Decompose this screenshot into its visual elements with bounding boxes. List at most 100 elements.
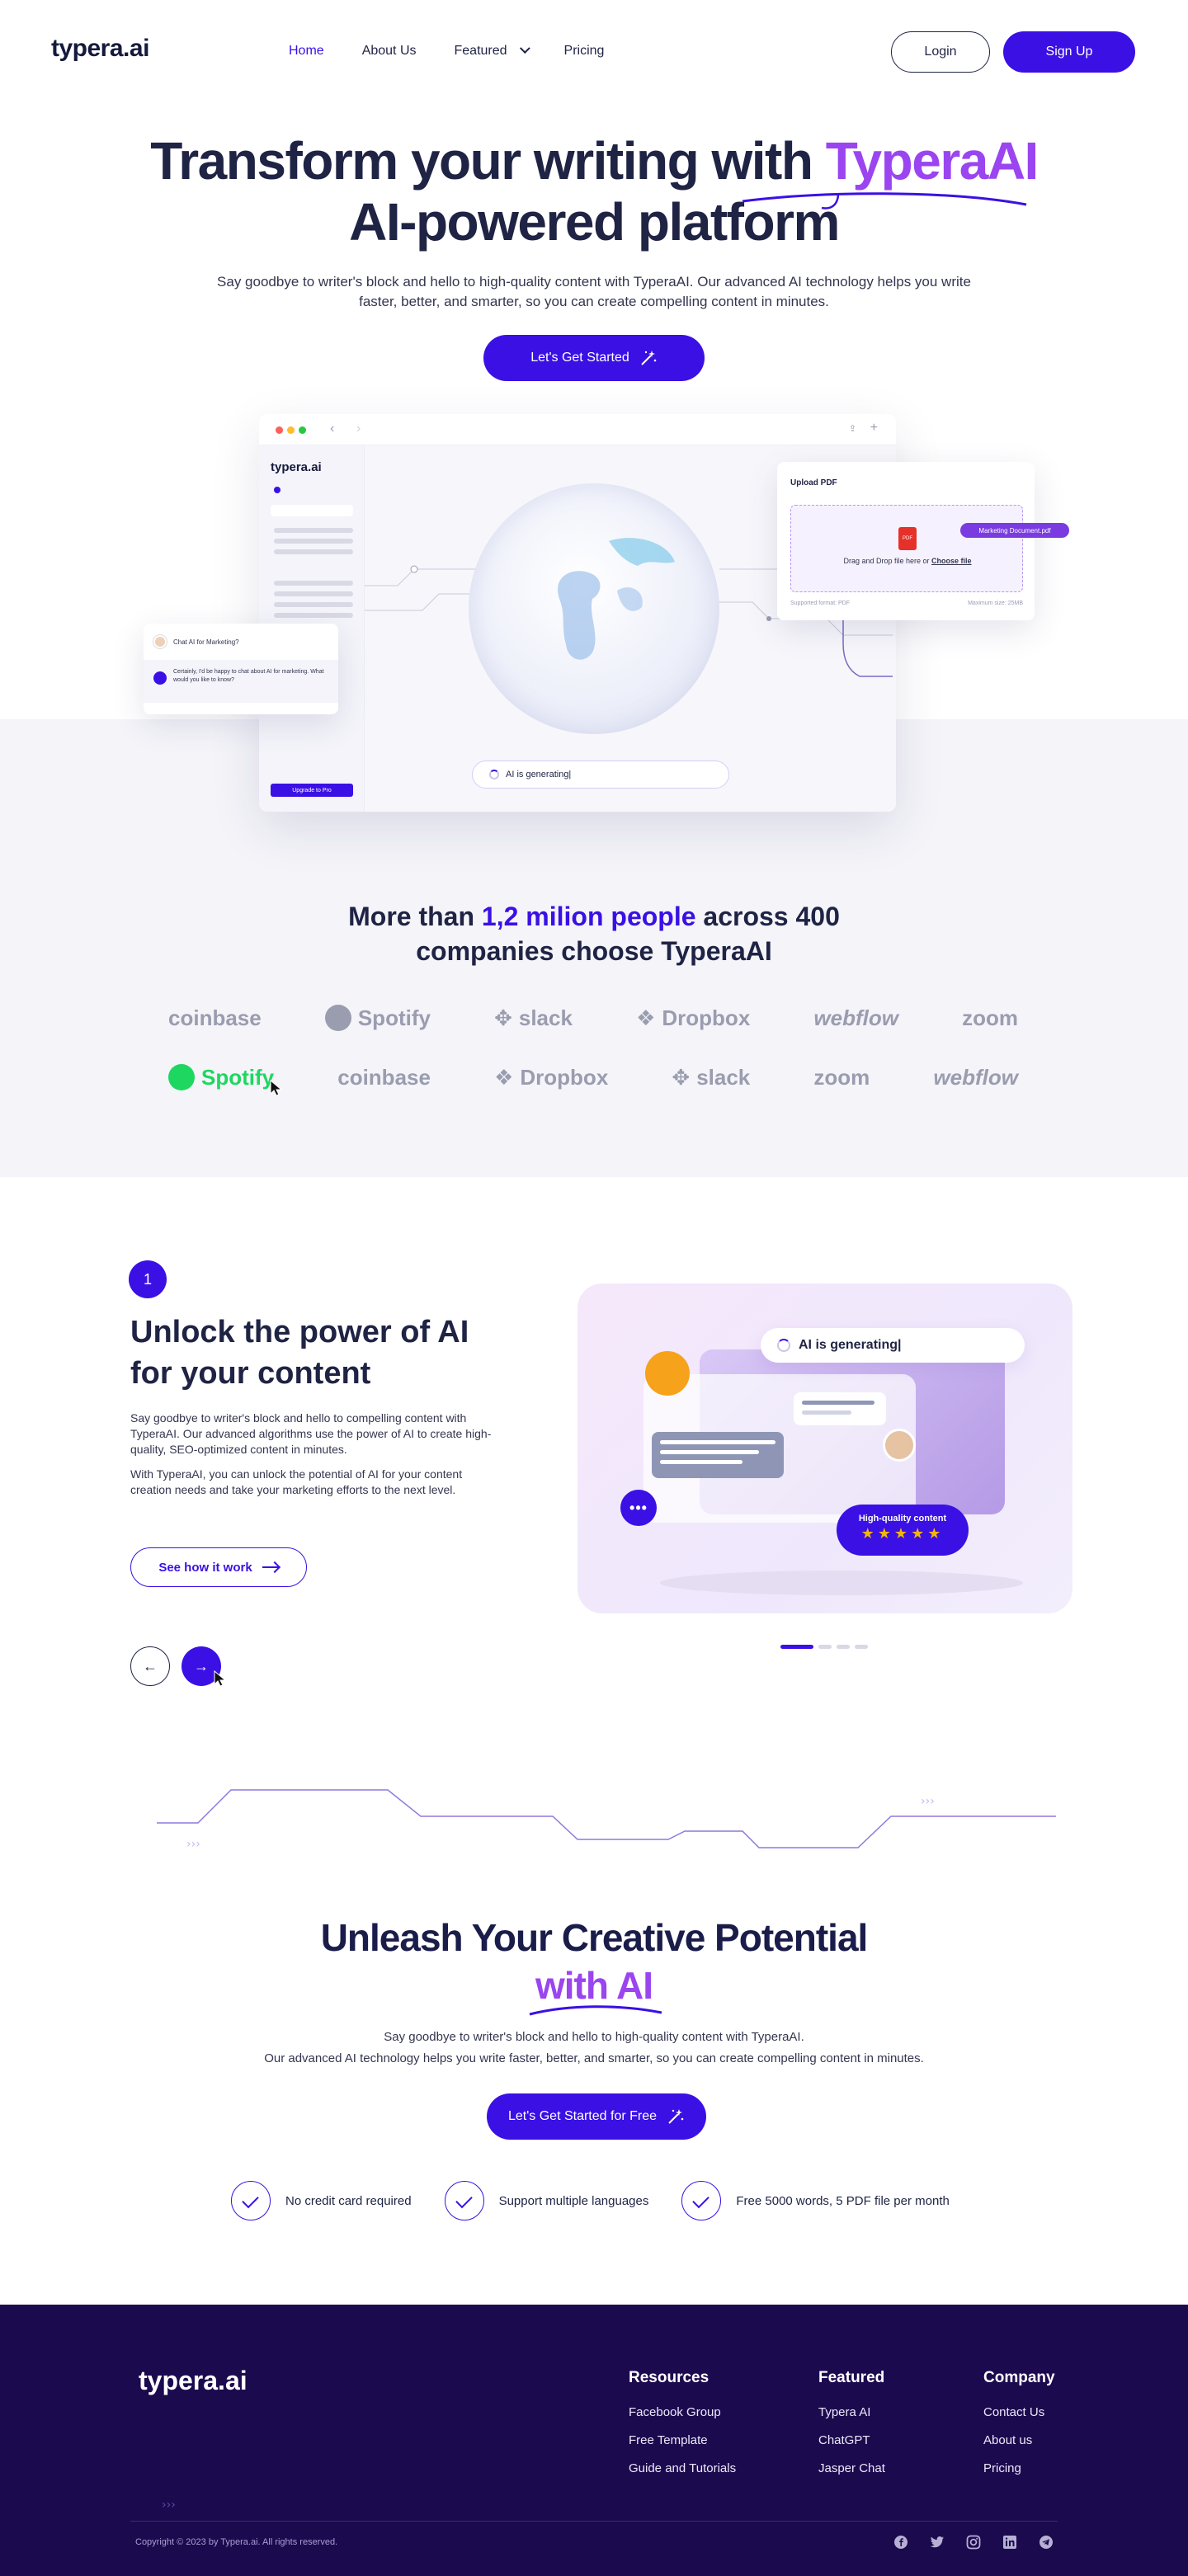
carousel-prev-button[interactable]: ←	[130, 1646, 170, 1686]
pager-dot[interactable]	[818, 1645, 832, 1649]
twitter-icon[interactable]	[929, 2534, 945, 2550]
ai-generating-label: AI is generating|	[799, 1338, 902, 1352]
hero-title-accent: TyperaAI	[825, 131, 1040, 191]
pager-dot[interactable]	[837, 1645, 850, 1649]
site-logo[interactable]: typera.ai	[51, 35, 149, 63]
get-started-button[interactable]: Let's Get Started	[483, 335, 705, 381]
footer: typera.ai Resources Facebook Group Free …	[0, 2305, 1188, 2576]
logo-row-2: Spotify coinbase ❖ Dropbox ✥ slack zoom we…	[168, 1064, 1018, 1090]
mockup-item	[274, 613, 353, 618]
arrow-left-icon: ←	[143, 1657, 158, 1674]
footer-link[interactable]: Facebook Group	[629, 2405, 736, 2419]
hero-title-part1: Transform your writing with	[150, 131, 826, 191]
supported-format: Supported format: PDF	[790, 600, 850, 606]
cta-underline	[529, 2005, 662, 2016]
file-chip: Marketing Document.pdf	[960, 523, 1069, 538]
arrow-right-icon: →	[194, 1657, 209, 1674]
brain-icon	[645, 1351, 690, 1396]
footer-logo[interactable]: typera.ai	[139, 2366, 248, 2396]
pager-dot[interactable]	[780, 1645, 813, 1649]
mockup-item	[274, 602, 353, 607]
spotify-logo-active[interactable]: Spotify	[168, 1064, 274, 1090]
instagram-icon[interactable]	[965, 2534, 982, 2550]
tool-dot-icon	[274, 487, 280, 493]
cta-paragraph-1: Say goodbye to writer's block and hello …	[384, 2030, 804, 2044]
ai-generating-label: AI is generating|	[506, 770, 572, 779]
coinbase-logo: coinbase	[337, 1064, 431, 1090]
nav-featured[interactable]: Featured	[454, 43, 530, 59]
feature-paragraph-1: Say goodbye to writer's block and hello …	[130, 1411, 492, 1456]
nav-home[interactable]: Home	[289, 44, 324, 59]
facebook-icon[interactable]	[893, 2534, 909, 2550]
top-navigation: typera.ai Home About Us Featured Pricing…	[0, 0, 1188, 106]
upload-footer: Supported format: PDF Maximum size: 25MB	[790, 600, 1023, 606]
dropbox-label: Dropbox	[520, 1064, 609, 1090]
dropbox-label: Dropbox	[662, 1005, 751, 1030]
dropzone-text: Drag and Drop file here or Choose file	[791, 557, 1024, 565]
footer-link[interactable]: Guide and Tutorials	[629, 2461, 736, 2475]
choose-file-link[interactable]: Choose file	[931, 557, 972, 565]
step-number-badge: 1	[129, 1260, 167, 1298]
companies-title-highlight: 1,2 milion people	[481, 902, 696, 931]
mockup-item	[274, 539, 353, 544]
footer-link[interactable]: ChatGPT	[818, 2433, 885, 2447]
login-button[interactable]: Login	[891, 31, 990, 73]
dropbox-logo: ❖ Dropbox	[636, 1005, 750, 1031]
bot-avatar-icon	[153, 671, 167, 685]
world-map-icon	[558, 538, 675, 660]
check-circle-icon	[444, 2181, 484, 2220]
text-line	[802, 1401, 874, 1405]
max-size: Maximum size: 25MB	[968, 600, 1023, 606]
magic-wand-icon	[641, 351, 657, 365]
linkedin-icon[interactable]	[1002, 2534, 1018, 2550]
footer-link[interactable]: Pricing	[983, 2461, 1055, 2475]
mockup-search	[271, 505, 353, 516]
mockup-item	[274, 591, 353, 596]
feature-paragraph-2: With TyperaAI, you can unlock the potent…	[130, 1467, 463, 1496]
chat-bubble	[794, 1392, 886, 1425]
footer-link[interactable]: Typera AI	[818, 2405, 885, 2419]
pager-dot[interactable]	[855, 1645, 868, 1649]
pdf-dropzone[interactable]: PDF Drag and Drop file here or Choose fi…	[790, 505, 1023, 592]
svg-text:›››: ›››	[162, 2498, 176, 2511]
benefit-label: Free 5000 words, 5 PDF file per month	[736, 2193, 950, 2208]
chat-card: Chat AI for Marketing? Certainly, I'd be…	[144, 624, 338, 714]
slack-logo: ✥ slack	[494, 1005, 573, 1031]
slack-icon: ✥	[672, 1064, 691, 1090]
footer-link[interactable]: About us	[983, 2433, 1055, 2447]
nav-pricing[interactable]: Pricing	[564, 44, 605, 59]
get-started-label: Let's Get Started	[530, 351, 629, 365]
carousel-pager	[780, 1645, 868, 1649]
get-started-free-button[interactable]: Let's Get Started for Free	[487, 2093, 706, 2140]
share-icon: ⇪	[848, 424, 856, 434]
companies-title: More than 1,2 milion people across 400 c…	[0, 899, 1188, 968]
nav-featured-label: Featured	[454, 44, 507, 58]
chevrons-decoration-icon: ›››	[162, 2498, 176, 2511]
pdf-file-icon: PDF	[898, 527, 917, 550]
webflow-logo: webflow	[933, 1064, 1018, 1090]
footer-link[interactable]: Jasper Chat	[818, 2461, 885, 2475]
mockup-titlebar: ‹ › ⇪ +	[259, 414, 896, 445]
see-how-it-work-button[interactable]: See how it work	[130, 1547, 307, 1587]
signup-button[interactable]: Sign Up	[1003, 31, 1135, 73]
loading-spinner-icon	[489, 770, 499, 779]
spotify-icon	[324, 1005, 351, 1031]
zoom-logo: zoom	[813, 1064, 870, 1090]
illustration-shadow	[660, 1571, 1023, 1595]
nav-about-us[interactable]: About Us	[362, 44, 417, 59]
window-maximize-dot	[299, 426, 306, 434]
chat-question: Chat AI for Marketing?	[153, 635, 239, 648]
footer-resources: Resources Facebook Group Free Template G…	[629, 2369, 736, 2489]
mockup-logo: typera.ai	[271, 460, 322, 474]
spotify-icon	[168, 1064, 195, 1090]
footer-link[interactable]: Free Template	[629, 2433, 736, 2447]
footer-link[interactable]: Contact Us	[983, 2405, 1055, 2419]
window-minimize-dot	[287, 426, 295, 434]
cta-paragraph-2: Our advanced AI technology helps you wri…	[264, 2051, 924, 2065]
magic-wand-icon	[668, 2109, 684, 2124]
see-how-label: See how it work	[158, 1560, 252, 1575]
dropbox-logo: ❖ Dropbox	[494, 1065, 608, 1090]
telegram-icon[interactable]	[1038, 2534, 1054, 2550]
get-started-free-label: Let's Get Started for Free	[507, 2109, 658, 2123]
webflow-logo: webflow	[813, 1005, 898, 1030]
